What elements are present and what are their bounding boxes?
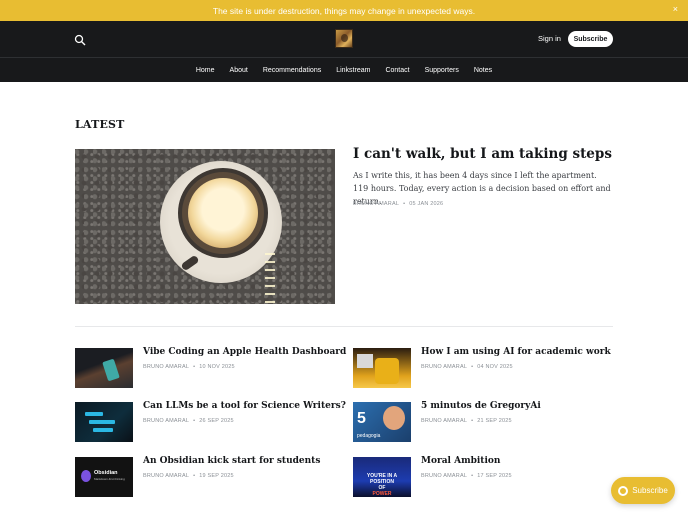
portal-subscribe-label: Subscribe — [632, 486, 668, 495]
meta-separator: • — [471, 364, 474, 370]
thumbnail-caption: Obsidian — [94, 470, 118, 476]
meta-separator: • — [193, 473, 196, 479]
mug-graphic — [375, 358, 399, 384]
post-card: Obsidian Markdown-first thinking An Obsi… — [75, 456, 338, 497]
post-thumbnail[interactable]: Obsidian Markdown-first thinking — [75, 457, 133, 497]
post-date: 19 SEP 2025 — [199, 473, 234, 479]
main-nav: Home About Recommendations Linkstream Co… — [0, 58, 688, 82]
post-author[interactable]: BRUNO AMARAL — [143, 418, 189, 424]
announcement-banner: The site is under destruction, things ma… — [0, 0, 688, 21]
computer-graphic — [357, 354, 373, 368]
portal-icon — [618, 485, 629, 496]
featured-post-image[interactable] — [75, 149, 335, 304]
meta-separator: • — [193, 364, 196, 370]
post-author[interactable]: BRUNO AMARAL — [353, 201, 399, 207]
slogan-highlight: POWER — [372, 491, 392, 497]
post-author[interactable]: BRUNO AMARAL — [421, 418, 467, 424]
screen-graphic — [85, 412, 103, 416]
post-card: How I am using AI for academic work BRUN… — [353, 347, 616, 388]
post-thumbnail[interactable]: YOU'RE IN A POSITION OF POWER — [353, 457, 411, 497]
post-author[interactable]: BRUNO AMARAL — [143, 364, 189, 370]
post-author[interactable]: BRUNO AMARAL — [143, 473, 189, 479]
post-title[interactable]: Vibe Coding an Apple Health Dashboard — [143, 347, 346, 357]
nav-item-notes[interactable]: Notes — [474, 67, 492, 74]
featured-post-meta: BRUNO AMARAL • 05 JAN 2026 — [353, 201, 443, 207]
slogan-line: YOU'RE IN A POSITION — [366, 473, 398, 485]
meta-separator: • — [403, 201, 406, 207]
thumbnail-caption: pedagogia — [357, 433, 381, 439]
post-card: YOU'RE IN A POSITION OF POWER Moral Ambi… — [353, 456, 616, 497]
post-date: 26 SEP 2025 — [199, 418, 234, 424]
site-logo[interactable] — [335, 29, 353, 48]
banner-text: The site is under destruction, things ma… — [212, 5, 476, 16]
post-thumbnail[interactable] — [353, 348, 411, 388]
nav-item-recommendations[interactable]: Recommendations — [263, 67, 321, 74]
string-lights — [265, 253, 275, 303]
meta-separator: • — [471, 473, 474, 479]
nav-item-linkstream[interactable]: Linkstream — [336, 67, 370, 74]
section-title: LATEST — [75, 118, 125, 131]
post-author[interactable]: BRUNO AMARAL — [421, 364, 467, 370]
post-card: Can LLMs be a tool for Science Writers? … — [75, 401, 346, 442]
featured-post-title[interactable]: I can't walk, but I am taking steps — [353, 146, 613, 162]
obsidian-logo-icon — [81, 470, 91, 482]
person-graphic — [383, 406, 405, 430]
thumbnail-subcaption: Markdown-first thinking — [94, 477, 125, 481]
search-icon[interactable] — [74, 34, 86, 46]
post-title[interactable]: An Obsidian kick start for students — [143, 456, 338, 466]
portal-subscribe-button[interactable]: Subscribe — [611, 477, 675, 504]
screen-graphic — [93, 428, 113, 432]
post-date: 05 JAN 2026 — [409, 201, 444, 207]
nav-item-about[interactable]: About — [230, 67, 248, 74]
post-meta: BRUNO AMARAL • 26 SEP 2025 — [143, 418, 234, 424]
post-date: 21 SEP 2025 — [477, 418, 512, 424]
post-title[interactable]: Can LLMs be a tool for Science Writers? — [143, 401, 346, 411]
nav-item-home[interactable]: Home — [196, 67, 215, 74]
post-date: 04 NOV 2025 — [477, 364, 513, 370]
close-icon[interactable]: × — [673, 4, 678, 14]
post-title[interactable]: How I am using AI for academic work — [421, 347, 616, 357]
post-card: Vibe Coding an Apple Health Dashboard BR… — [75, 347, 346, 388]
subscribe-button[interactable]: Subscribe — [568, 31, 613, 47]
post-meta: BRUNO AMARAL • 04 NOV 2025 — [421, 364, 513, 370]
post-thumbnail[interactable] — [75, 348, 133, 388]
post-date: 17 SEP 2025 — [477, 473, 512, 479]
screen-graphic — [89, 420, 115, 424]
post-date: 10 NOV 2025 — [199, 364, 235, 370]
post-title[interactable]: 5 minutos de GregoryAi — [421, 401, 616, 411]
post-meta: BRUNO AMARAL • 21 SEP 2025 — [421, 418, 512, 424]
post-thumbnail[interactable]: 5 pedagogia — [353, 402, 411, 442]
nav-item-supporters[interactable]: Supporters — [425, 67, 459, 74]
post-card: 5 pedagogia 5 minutos de GregoryAi BRUNO… — [353, 401, 616, 442]
post-meta: BRUNO AMARAL • 19 SEP 2025 — [143, 473, 234, 479]
site-header: Sign in Subscribe Home About Recommendat… — [0, 21, 688, 82]
meta-separator: • — [193, 418, 196, 424]
section-divider — [75, 326, 613, 327]
signin-link[interactable]: Sign in — [538, 34, 561, 43]
phone-graphic — [102, 358, 120, 382]
nav-item-contact[interactable]: Contact — [385, 67, 409, 74]
meta-separator: • — [471, 418, 474, 424]
post-author[interactable]: BRUNO AMARAL — [421, 473, 467, 479]
thumbnail-number: 5 — [357, 410, 366, 427]
post-meta: BRUNO AMARAL • 17 SEP 2025 — [421, 473, 512, 479]
thumbnail-slogan: YOU'RE IN A POSITION OF POWER — [356, 473, 408, 497]
post-meta: BRUNO AMARAL • 10 NOV 2025 — [143, 364, 235, 370]
post-thumbnail[interactable] — [75, 402, 133, 442]
post-title[interactable]: Moral Ambition — [421, 456, 616, 466]
coffee-foam — [188, 178, 258, 248]
